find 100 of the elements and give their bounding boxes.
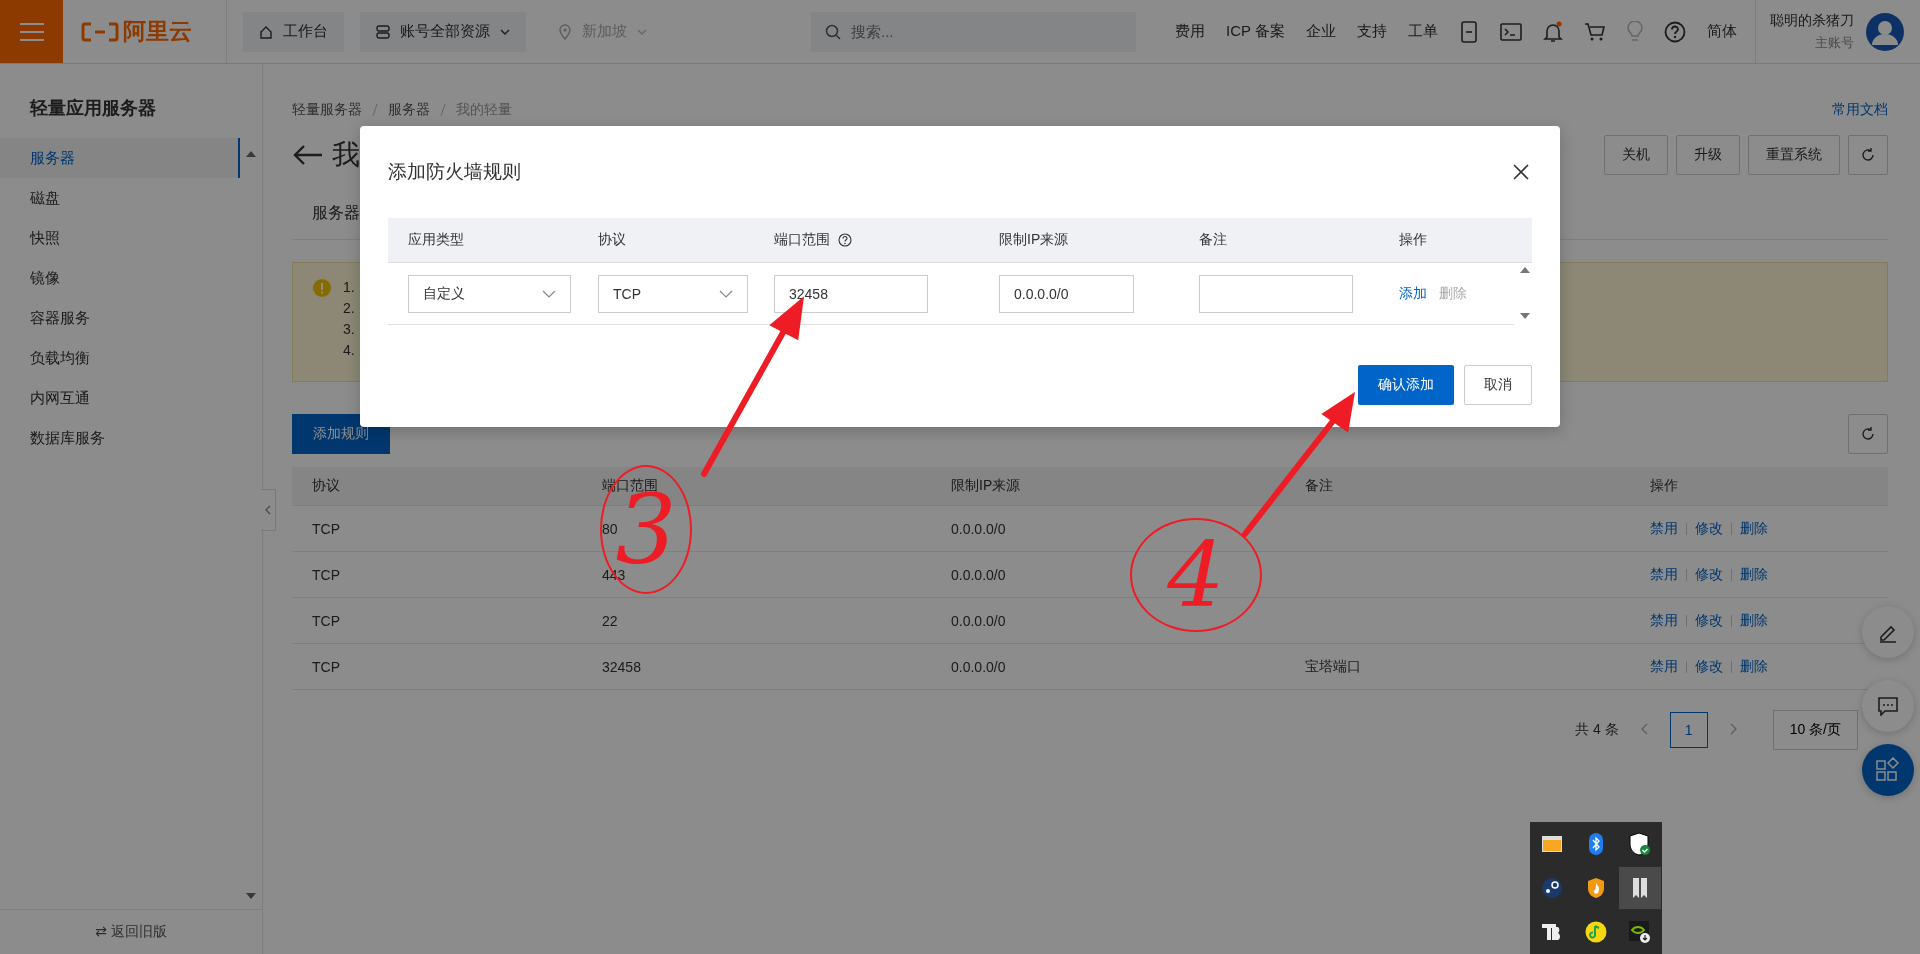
nav-button[interactable]: 账号全部资源 (360, 11, 526, 52)
header-link[interactable]: ICP 备案 (1226, 22, 1285, 41)
sidebar-item[interactable]: 服务器 (0, 138, 240, 178)
mobile-app-icon[interactable] (1459, 20, 1479, 43)
close-icon[interactable] (1512, 163, 1530, 181)
refresh-button[interactable] (1848, 414, 1888, 454)
game-client-icon[interactable] (1541, 877, 1563, 899)
handwritten-number: 4 (1130, 518, 1262, 632)
add-rule-button[interactable]: 添加规则 (292, 414, 390, 454)
column-header: 端口范围 (774, 231, 999, 249)
table-cell-text: TCP (312, 520, 341, 537)
refresh-icon (1861, 427, 1875, 441)
bookmark-icon[interactable] (1632, 877, 1648, 899)
row-action-link[interactable]: 删除 (1740, 519, 1768, 538)
terminal-icon[interactable] (1500, 22, 1522, 41)
table-cell-text: 22 (602, 612, 619, 629)
sidebar-item[interactable]: 内网互通 (0, 378, 240, 418)
column-header: 应用类型 (408, 231, 465, 249)
download-badge-icon[interactable] (1629, 921, 1651, 943)
action-button[interactable]: 升级 (1676, 135, 1740, 175)
row-action-link[interactable]: 禁用 (1650, 519, 1678, 538)
row-action-link[interactable]: 修改 (1695, 565, 1723, 584)
search-field[interactable]: 搜索... (811, 11, 1136, 52)
header-link[interactable]: 费用 (1175, 22, 1206, 41)
caret-icon (637, 28, 647, 35)
action-button[interactable]: 关机 (1604, 135, 1668, 175)
row-action-link[interactable]: 禁用 (1650, 611, 1678, 630)
cart-icon[interactable] (1584, 21, 1606, 42)
back-to-old-version-link[interactable]: ⇄ 返回旧版 (95, 923, 167, 941)
sidebar-item[interactable]: 磁盘 (0, 178, 240, 218)
action-button[interactable]: 重置系统 (1748, 135, 1840, 175)
header-link[interactable]: 工单 (1408, 22, 1438, 41)
language-link[interactable]: 简体 (1707, 22, 1737, 41)
bell-icon[interactable] (1543, 20, 1563, 43)
logo-text: 阿里云 (123, 17, 192, 46)
protocol-select[interactable]: TCP (598, 274, 748, 313)
back-arrow-icon[interactable] (292, 143, 324, 167)
stack-icon (376, 24, 390, 39)
sidebar-item[interactable]: 负载均衡 (0, 338, 240, 378)
breadcrumb-separator-icon (440, 104, 446, 116)
note-input[interactable] (1199, 274, 1353, 313)
user-name: 聪明的杀猪刀 (1770, 11, 1854, 30)
breadcrumb-link[interactable]: 轻量服务器 (292, 101, 362, 119)
sidebar-title: 轻量应用服务器 (28, 97, 157, 120)
scroll-up-icon[interactable] (246, 151, 256, 157)
column-header: 协议 (312, 477, 341, 495)
help-icon[interactable] (838, 233, 852, 247)
table-cell-text: 0.0.0.0/0 (951, 658, 1007, 675)
column-header: 备注 (1305, 477, 1334, 495)
dialog-title: 添加防火墙规则 (388, 160, 521, 184)
scroll-down-icon[interactable] (246, 893, 256, 899)
logo-icon (81, 21, 119, 42)
confirm-button[interactable]: 确认添加 (1358, 365, 1454, 405)
header-link[interactable]: 企业 (1306, 22, 1336, 41)
port-range-input[interactable]: 32458 (774, 274, 928, 313)
scroll-down-icon[interactable] (1520, 313, 1530, 319)
sidebar-collapse-handle[interactable] (261, 489, 276, 531)
page-button[interactable]: 1 (1669, 712, 1708, 748)
avatar-icon[interactable] (1866, 12, 1904, 51)
cancel-button[interactable]: 取消 (1464, 365, 1532, 405)
help-icon[interactable] (1664, 20, 1686, 43)
sidebar-item[interactable]: 数据库服务 (0, 418, 240, 458)
ip-source-input[interactable]: 0.0.0.0/0 (999, 274, 1134, 313)
nav-button[interactable]: 工作台 (243, 11, 344, 52)
row-action-link[interactable]: 修改 (1695, 611, 1723, 630)
row-action-link[interactable]: 禁用 (1650, 565, 1678, 584)
page-size-select[interactable]: 10 条/页 (1772, 710, 1858, 750)
edit-float-button[interactable] (1862, 606, 1914, 658)
chevron-left-icon (1640, 722, 1648, 735)
sidebar-item[interactable]: 容器服务 (0, 298, 240, 338)
refresh-button[interactable] (1848, 135, 1888, 175)
window-icon[interactable] (1541, 835, 1563, 853)
row-action-link[interactable]: 禁用 (1650, 657, 1678, 676)
row-action-link[interactable]: 删除 (1740, 611, 1768, 630)
row-action-link[interactable]: 修改 (1695, 657, 1723, 676)
row-action-link[interactable]: 删除 (1740, 565, 1768, 584)
shield-check-icon[interactable] (1629, 832, 1651, 856)
breadcrumb-link[interactable]: 服务器 (388, 101, 430, 119)
docs-link[interactable]: 常用文档 (1832, 101, 1888, 119)
row-action-link[interactable]: 删除 (1740, 657, 1768, 676)
bluetooth-icon[interactable] (1589, 833, 1603, 855)
row-action-link[interactable]: 修改 (1695, 519, 1723, 538)
app-type-select[interactable]: 自定义 (408, 274, 571, 313)
apps-float-button[interactable] (1862, 744, 1914, 796)
chat-icon (1877, 696, 1899, 716)
apps-icon (1875, 757, 1901, 783)
table-cell-text: 0.0.0.0/0 (951, 612, 1007, 629)
column-header: 备注 (1199, 231, 1228, 249)
total-count: 共 4 条 (1575, 721, 1619, 739)
column-header: 限制IP来源 (951, 477, 1022, 495)
flame-shield-icon[interactable] (1587, 877, 1605, 899)
scroll-up-icon[interactable] (1520, 267, 1530, 273)
scrollbar[interactable] (1518, 267, 1532, 319)
notice-line: 4. (343, 342, 355, 358)
chat-float-button[interactable] (1862, 680, 1914, 732)
sidebar-item[interactable]: 镜像 (0, 258, 240, 298)
sidebar-item[interactable]: 快照 (0, 218, 240, 258)
header-link[interactable]: 支持 (1357, 22, 1387, 41)
music-note-icon[interactable] (1585, 921, 1607, 943)
row-action-link[interactable]: 添加 (1399, 284, 1427, 303)
